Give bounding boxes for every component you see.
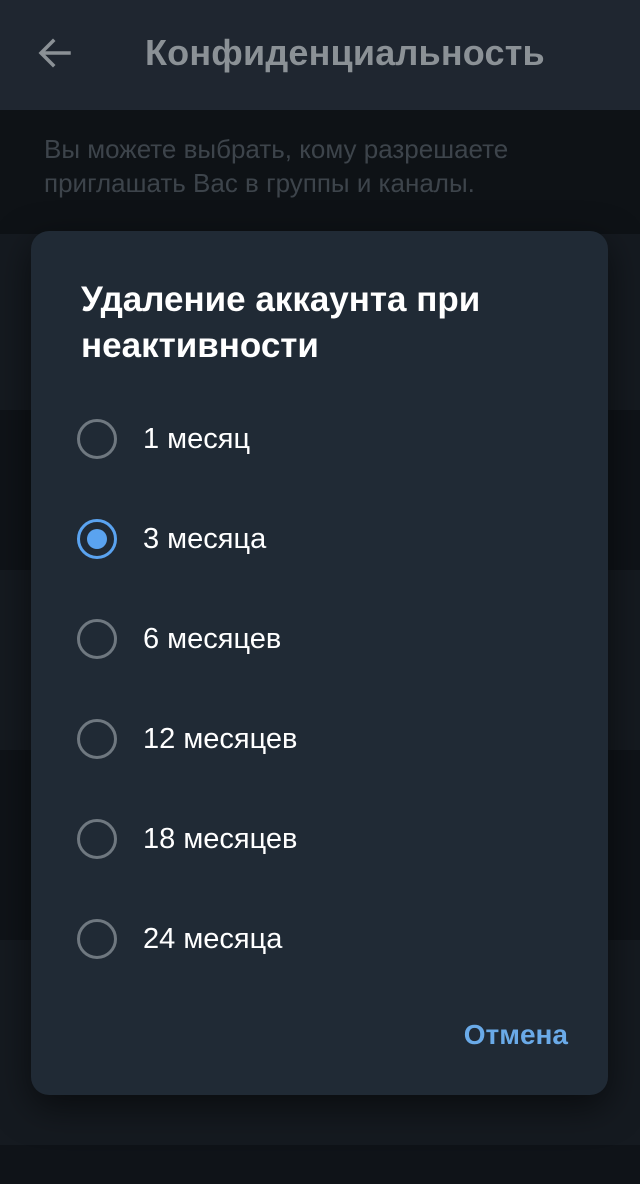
radio-button[interactable] — [77, 419, 117, 459]
option-label: 12 месяцев — [143, 723, 298, 755]
screen: Конфиденциальность Вы можете выбрать, ко… — [0, 0, 640, 1184]
option-24-months[interactable]: 24 месяца — [31, 889, 608, 989]
option-6-months[interactable]: 6 месяцев — [31, 589, 608, 689]
radio-button[interactable] — [77, 919, 117, 959]
back-button[interactable] — [30, 30, 80, 80]
help-section: Вы можете выбрать, кому разрешаете пригл… — [0, 110, 640, 234]
option-3-months[interactable]: 3 месяца — [31, 489, 608, 589]
radio-button[interactable] — [77, 619, 117, 659]
radio-button-selected[interactable] — [77, 519, 117, 559]
inactivity-dialog: Удаление аккаунта при неактивности 1 мес… — [31, 231, 608, 1095]
radio-button[interactable] — [77, 819, 117, 859]
option-label: 24 месяца — [143, 923, 283, 955]
option-label: 18 месяцев — [143, 823, 298, 855]
option-label: 1 месяц — [143, 423, 251, 455]
option-18-months[interactable]: 18 месяцев — [31, 789, 608, 889]
radio-button[interactable] — [77, 719, 117, 759]
option-1-month[interactable]: 1 месяц — [31, 389, 608, 489]
dialog-title: Удаление аккаунта при неактивности — [81, 280, 481, 365]
app-bar: Конфиденциальность — [0, 0, 640, 110]
page-title: Конфиденциальность — [145, 32, 545, 73]
option-label: 3 месяца — [143, 523, 267, 555]
help-text: Вы можете выбрать, кому разрешаете пригл… — [44, 134, 509, 198]
option-label: 6 месяцев — [143, 623, 282, 655]
settings-footer — [0, 1145, 640, 1184]
option-12-months[interactable]: 12 месяцев — [31, 689, 608, 789]
arrow-left-icon — [37, 35, 73, 76]
cancel-button[interactable]: Отмена — [464, 1019, 568, 1051]
